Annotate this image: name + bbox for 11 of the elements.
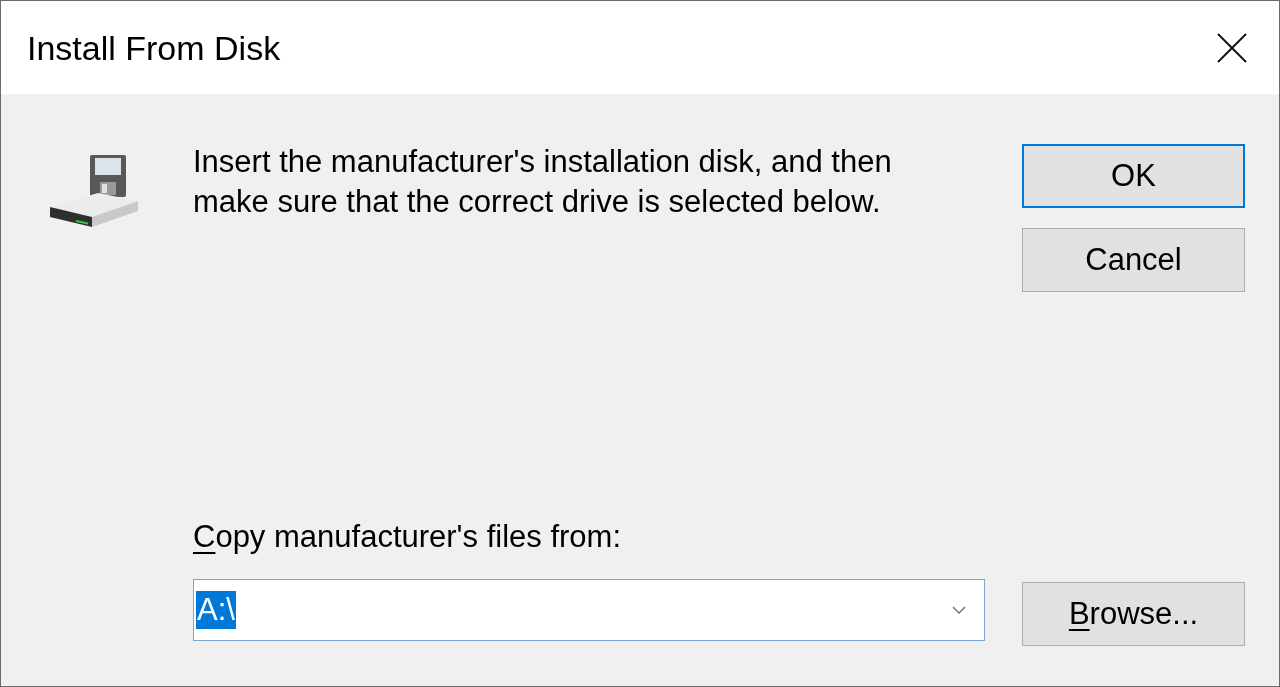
path-combobox[interactable]: A:\ [193,579,985,641]
browse-button[interactable]: Browse... [1022,582,1245,646]
window-title: Install From Disk [27,27,281,69]
floppy-disk-drive-icon [48,155,138,227]
close-icon [1217,32,1247,63]
cancel-button[interactable]: Cancel [1022,228,1245,292]
instruction-text: Insert the manufacturer's installation disk, and then make sure that the correct drive is selected below. [193,143,893,221]
ok-button[interactable]: OK [1022,144,1245,208]
path-value: A:\ [196,591,236,629]
field-label: Copy manufacturer's files from: [193,518,621,556]
chevron-down-icon[interactable] [952,606,966,614]
